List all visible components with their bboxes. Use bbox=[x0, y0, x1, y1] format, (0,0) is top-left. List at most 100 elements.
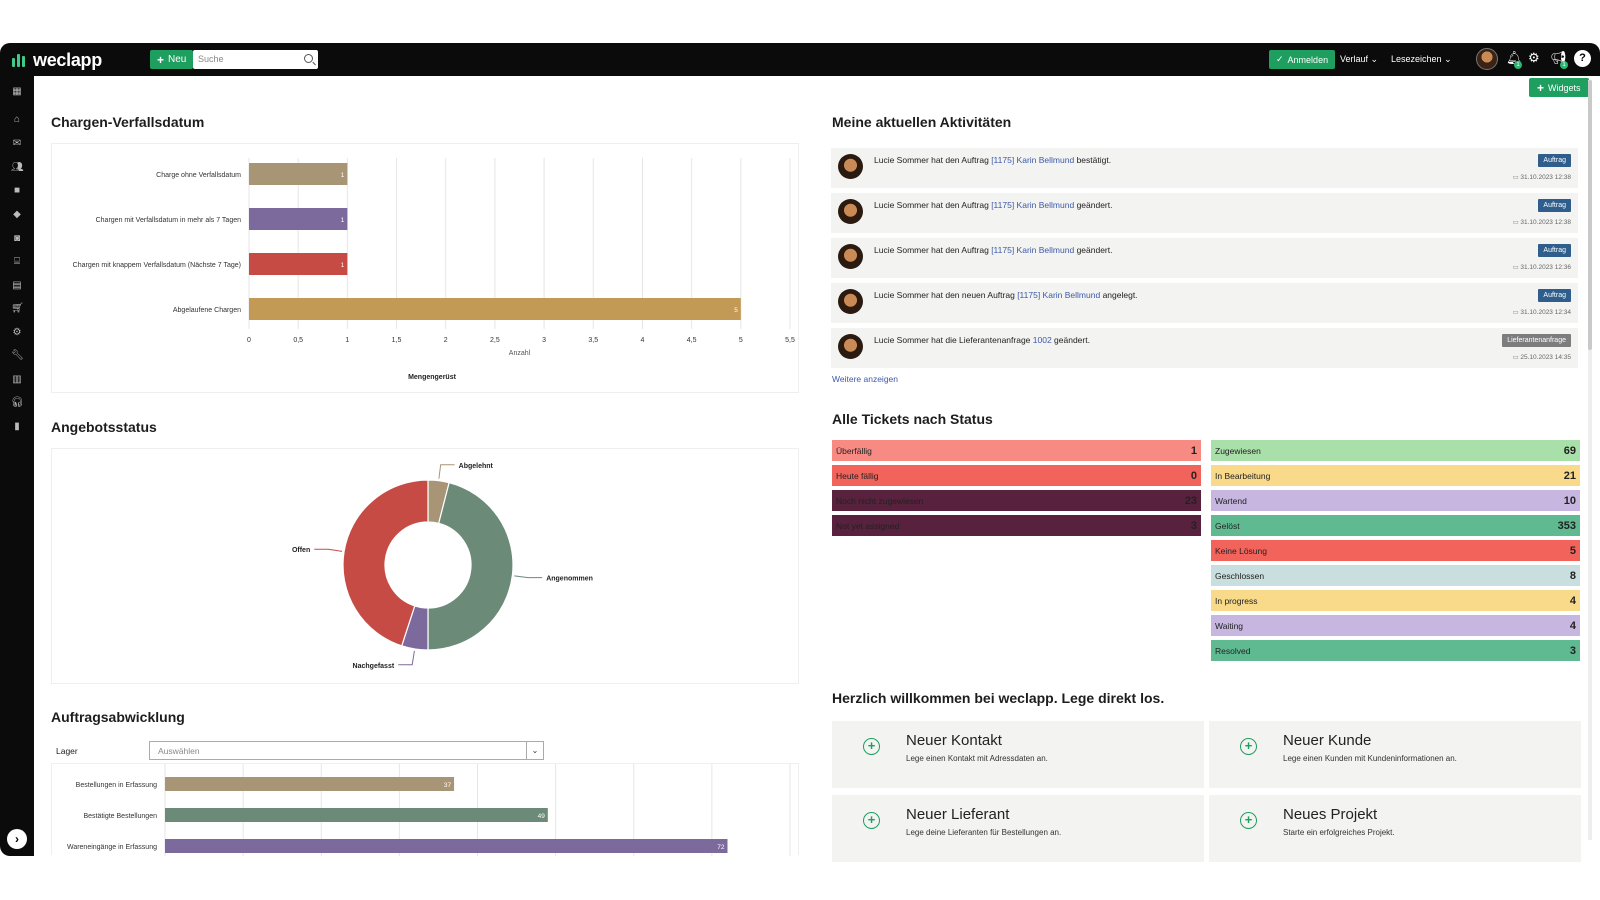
ticket-status-row[interactable]: Not yet assigned 3 bbox=[832, 515, 1201, 536]
bar-value-label: 5 bbox=[734, 307, 738, 314]
shield-icon[interactable]: ◙ bbox=[11, 233, 23, 245]
x-tick-label: 0,5 bbox=[293, 337, 303, 344]
mail-icon[interactable]: ✉ bbox=[11, 138, 23, 150]
sidebar-expand-button[interactable]: › bbox=[7, 829, 27, 849]
check-icon: ✓ bbox=[1276, 54, 1284, 64]
production-icon[interactable]: ⚙ bbox=[11, 327, 23, 339]
quick-start-tile[interactable]: + Neuer Kontakt Lege einen Kontakt mit Adr… bbox=[832, 721, 1204, 788]
scrollbar[interactable] bbox=[1588, 80, 1592, 840]
quick-start-tile[interactable]: + Neuer Kunde Lege einen Kunden mit Kunden… bbox=[1209, 721, 1581, 788]
activity-text: Lucie Sommer hat die Lieferantenanfrage … bbox=[874, 335, 1090, 345]
ticket-status-row[interactable]: Resolved 3 bbox=[1211, 640, 1580, 661]
activity-link[interactable]: [1175] Karin Bellmund bbox=[991, 245, 1074, 255]
activity-type-badge[interactable]: Auftrag bbox=[1538, 289, 1571, 302]
ticket-status-row[interactable]: Waiting 4 bbox=[1211, 615, 1580, 636]
warehouse-select[interactable]: Auswählen bbox=[149, 741, 544, 760]
leader-line bbox=[438, 464, 455, 479]
ticket-status-row[interactable]: Keine Lösung 5 bbox=[1211, 540, 1580, 561]
bar[interactable] bbox=[249, 253, 348, 275]
bar[interactable] bbox=[249, 208, 348, 230]
tile-subtitle: Lege einen Kontakt mit Adressdaten an. bbox=[906, 754, 1048, 763]
ticket-status-count: 5 bbox=[1569, 544, 1576, 557]
bar-value-label: 1 bbox=[341, 172, 345, 179]
bar[interactable] bbox=[165, 777, 455, 791]
document-icon[interactable]: ▥ bbox=[11, 374, 23, 386]
ticket-status-row[interactable]: Heute fällig 0 bbox=[832, 465, 1201, 486]
bank-icon[interactable]: ⌸ bbox=[11, 256, 23, 268]
ticket-status-count: 10 bbox=[1563, 494, 1576, 507]
bar-value-label: 37 bbox=[444, 782, 452, 789]
contacts-icon[interactable]: 👥︎ bbox=[11, 162, 24, 174]
ticket-status-label: In progress bbox=[1215, 595, 1258, 606]
new-button[interactable]: + Neu bbox=[150, 50, 194, 69]
bar[interactable] bbox=[165, 808, 548, 822]
bar[interactable] bbox=[249, 163, 348, 185]
cart-icon[interactable]: 🛒︎ bbox=[11, 303, 24, 315]
new-button-label: Neu bbox=[168, 54, 187, 65]
activity-link[interactable]: [1175] Karin Bellmund bbox=[1017, 290, 1100, 300]
quick-start-tile[interactable]: + Neues Projekt Starte ein erfolgreiches P… bbox=[1209, 795, 1581, 862]
search-icon[interactable] bbox=[304, 54, 313, 63]
wrench-icon[interactable]: 🔧︎ bbox=[11, 350, 24, 362]
login-button[interactable]: ✓ Anmelden bbox=[1269, 50, 1336, 69]
headset-icon[interactable]: 🎧︎ bbox=[11, 397, 24, 409]
x-tick-label: 3 bbox=[542, 337, 546, 344]
dashboard-icon[interactable]: ▦ bbox=[11, 86, 23, 98]
tile-subtitle: Starte ein erfolgreiches Projekt. bbox=[1283, 828, 1395, 837]
chevron-down-icon[interactable]: ⌄ bbox=[526, 742, 543, 759]
activity-link[interactable]: [1175] Karin Bellmund bbox=[991, 200, 1074, 210]
leader-line bbox=[514, 575, 543, 579]
ticket-status-count: 0 bbox=[1190, 469, 1197, 482]
ticket-status-row[interactable]: In progress 4 bbox=[1211, 590, 1580, 611]
login-button-label: Anmelden bbox=[1287, 54, 1329, 65]
search-input[interactable]: Suche bbox=[193, 50, 318, 69]
ticket-status-count: 8 bbox=[1569, 569, 1576, 582]
activity-text: Lucie Sommer hat den neuen Auftrag [1175… bbox=[874, 290, 1138, 300]
avatar bbox=[838, 289, 863, 314]
logo-text: weclapp bbox=[33, 50, 102, 70]
ticket-status-row[interactable]: Zugewiesen 69 bbox=[1211, 440, 1580, 461]
activity-prefix: Lucie Sommer hat den neuen Auftrag bbox=[874, 290, 1018, 300]
ticket-status-row[interactable]: Geschlossen 8 bbox=[1211, 565, 1580, 586]
weclapp-logo[interactable]: weclapp bbox=[12, 50, 102, 71]
analytics-icon[interactable]: ▮ bbox=[11, 421, 23, 433]
accounting-icon[interactable]: ▤ bbox=[11, 280, 23, 292]
category-label: Abgelaufene Chargen bbox=[173, 307, 241, 314]
ticket-status-row[interactable]: Wartend 10 bbox=[1211, 490, 1580, 511]
activity-type-badge[interactable]: Lieferantenanfrage bbox=[1502, 334, 1571, 347]
scrollbar-thumb[interactable] bbox=[1588, 80, 1592, 350]
ticket-status-row[interactable]: Noch nicht zugewiesen 23 bbox=[832, 490, 1201, 511]
tile-title: Neues Projekt bbox=[1283, 806, 1378, 823]
bookmarks-menu[interactable]: Lesezeichen ⌄ bbox=[1391, 54, 1452, 65]
show-more-link[interactable]: Weitere anzeigen bbox=[832, 374, 898, 384]
quick-start-tile[interactable]: + Neuer Lieferant Lege deine Lieferanten f… bbox=[832, 795, 1204, 862]
ticket-status-count: 1 bbox=[1190, 444, 1197, 457]
bar[interactable] bbox=[165, 839, 728, 853]
activity-link[interactable]: [1175] Karin Bellmund bbox=[991, 155, 1074, 165]
quote-status-chart: Abgelehnt Angenommen Nachgefasst Offen bbox=[292, 463, 593, 670]
gear-icon[interactable]: ⚙ bbox=[1528, 51, 1540, 65]
home-icon[interactable]: ⌂ bbox=[11, 114, 23, 126]
activity-type-badge[interactable]: Auftrag bbox=[1538, 244, 1571, 257]
activity-type-badge[interactable]: Auftrag bbox=[1538, 199, 1571, 212]
add-widget-button[interactable]: + Widgets bbox=[1529, 78, 1589, 97]
ticket-status-row[interactable]: Überfällig 1 bbox=[832, 440, 1201, 461]
activity-suffix: geändert. bbox=[1074, 200, 1113, 210]
order-processing-chart: Bestellungen in Erfassung 37 Bestätigte Be… bbox=[67, 764, 791, 856]
user-avatar[interactable] bbox=[1476, 48, 1498, 70]
bar[interactable] bbox=[249, 298, 741, 320]
avatar bbox=[838, 244, 863, 269]
activity-type-badge[interactable]: Auftrag bbox=[1538, 154, 1571, 167]
history-menu[interactable]: Verlauf ⌄ bbox=[1340, 54, 1378, 65]
help-button[interactable]: ? bbox=[1574, 50, 1591, 67]
activity-link[interactable]: 1002 bbox=[1033, 335, 1052, 345]
sales-icon[interactable]: ■ bbox=[11, 185, 23, 197]
avatar bbox=[838, 334, 863, 359]
tag-icon[interactable]: ◆ bbox=[11, 209, 23, 221]
x-tick-label: 5 bbox=[739, 337, 743, 344]
activity-prefix: Lucie Sommer hat den Auftrag bbox=[874, 200, 992, 210]
ticket-status-label: Gelöst bbox=[1215, 520, 1240, 531]
history-label: Verlauf bbox=[1340, 54, 1369, 64]
ticket-status-row[interactable]: In Bearbeitung 21 bbox=[1211, 465, 1580, 486]
ticket-status-row[interactable]: Gelöst 353 bbox=[1211, 515, 1580, 536]
